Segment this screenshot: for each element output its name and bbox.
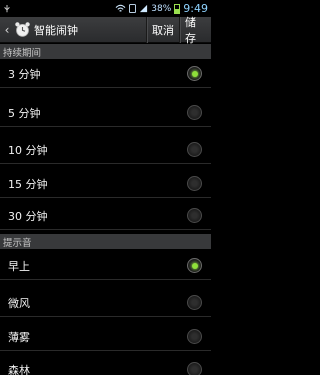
option-label: 15 分钟 — [8, 177, 48, 191]
action-bar: ‹ 智能闹钟 取消 储存 — [0, 16, 211, 45]
radio-unselected-icon[interactable] — [187, 142, 202, 157]
radio-unselected-icon[interactable] — [187, 105, 202, 120]
radio-selected-icon[interactable] — [187, 66, 202, 81]
option-label: 薄雾 — [8, 330, 30, 344]
duration-option-3min[interactable]: 3 分钟 — [0, 60, 211, 88]
sim-icon — [129, 4, 137, 13]
usb-icon — [4, 4, 10, 12]
signal-icon — [140, 4, 148, 13]
tone-option-forest[interactable]: 森林 — [0, 356, 211, 375]
tone-option-mist[interactable]: 薄雾 — [0, 323, 211, 351]
radio-unselected-icon[interactable] — [187, 208, 202, 223]
page-title: 智能闹钟 — [34, 23, 78, 37]
radio-unselected-icon[interactable] — [187, 329, 202, 344]
option-label: 10 分钟 — [8, 143, 48, 157]
radio-unselected-icon[interactable] — [187, 176, 202, 191]
alarm-clock-icon — [15, 22, 30, 37]
status-left-icons — [3, 4, 11, 13]
back-button[interactable]: ‹ — [0, 17, 12, 43]
option-label: 5 分钟 — [8, 106, 41, 120]
option-label: 3 分钟 — [8, 67, 41, 81]
option-label: 早上 — [8, 259, 30, 273]
duration-option-15min[interactable]: 15 分钟 — [0, 170, 211, 198]
battery-percent: 38% — [151, 3, 172, 14]
wifi-icon — [115, 4, 126, 12]
duration-option-10min[interactable]: 10 分钟 — [0, 136, 211, 164]
cancel-button[interactable]: 取消 — [146, 16, 179, 43]
section-header-duration: 持续期间 — [0, 44, 211, 59]
back-arrow-icon: ‹ — [4, 22, 10, 37]
tone-option-morning[interactable]: 早上 — [0, 252, 211, 280]
radio-unselected-icon[interactable] — [187, 295, 202, 310]
save-button[interactable]: 储存 — [179, 16, 211, 45]
radio-selected-icon[interactable] — [187, 258, 202, 273]
radio-unselected-icon[interactable] — [187, 362, 202, 375]
option-label: 30 分钟 — [8, 209, 48, 223]
battery-icon — [174, 3, 181, 14]
action-bar-buttons: 取消 储存 — [146, 16, 211, 45]
duration-option-5min[interactable]: 5 分钟 — [0, 99, 211, 127]
option-label: 微风 — [8, 296, 30, 310]
tone-option-breeze[interactable]: 微风 — [0, 289, 211, 317]
option-label: 森林 — [8, 363, 30, 375]
status-bar: 38% 9:49 — [0, 0, 211, 17]
section-header-tone: 提示音 — [0, 234, 211, 249]
duration-option-30min[interactable]: 30 分钟 — [0, 202, 211, 230]
